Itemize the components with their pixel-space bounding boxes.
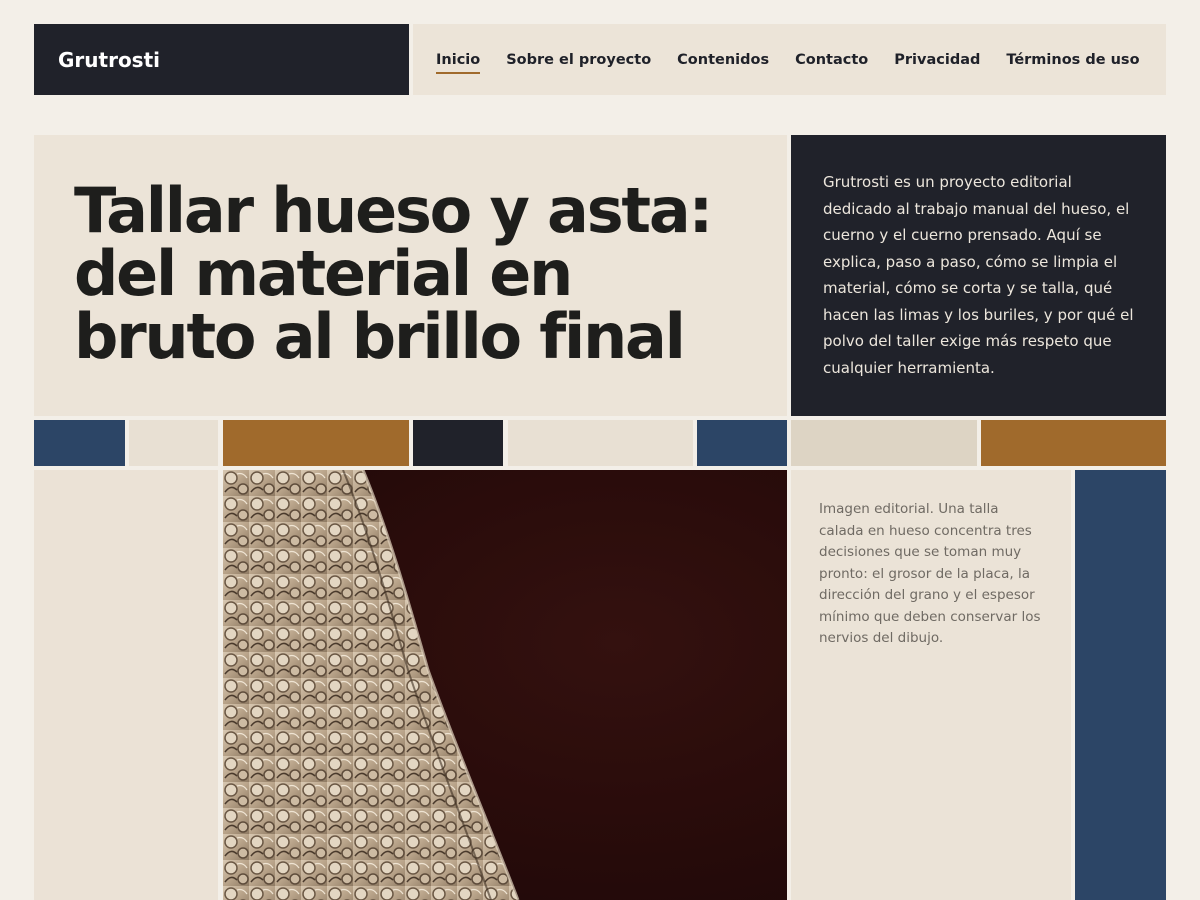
nav-item-sobre-el-proyecto[interactable]: Sobre el proyecto <box>506 48 651 72</box>
swatch-navy <box>34 420 125 466</box>
image-caption: Imagen editorial. Una talla calada en hu… <box>791 470 1071 900</box>
side-panel <box>34 470 218 900</box>
accent-bar <box>1075 470 1166 900</box>
hero-panel: Tallar hueso y asta: del material en bru… <box>34 135 787 416</box>
swatch-ochre <box>223 420 409 466</box>
nav-item-terminos-de-uso[interactable]: Términos de uso <box>1006 48 1139 72</box>
swatch-ink <box>413 420 503 466</box>
intro-text: Grutrosti es un proyecto editorial dedic… <box>823 173 1134 377</box>
swatch-navy-2 <box>697 420 787 466</box>
swatch-sand <box>129 420 218 466</box>
swatch-sand-wide <box>508 420 693 466</box>
page-title: Tallar hueso y asta: del material en bru… <box>74 174 713 373</box>
swatch-stone <box>791 420 977 466</box>
nav-item-contacto[interactable]: Contacto <box>795 48 868 72</box>
caption-text: Imagen editorial. Una talla calada en hu… <box>819 501 1041 646</box>
swatch-ochre-2 <box>981 420 1166 466</box>
editorial-photo <box>223 470 787 900</box>
brand-name: Grutrosti <box>58 47 161 72</box>
nav-item-inicio[interactable]: Inicio <box>436 48 481 74</box>
main-nav: Inicio Sobre el proyecto Contenidos Cont… <box>413 24 1166 95</box>
site-brand[interactable]: Grutrosti <box>34 24 409 95</box>
bone-carving-image <box>223 470 520 900</box>
intro-panel: Grutrosti es un proyecto editorial dedic… <box>791 135 1166 416</box>
nav-item-privacidad[interactable]: Privacidad <box>894 48 980 72</box>
nav-item-contenidos[interactable]: Contenidos <box>677 48 769 72</box>
